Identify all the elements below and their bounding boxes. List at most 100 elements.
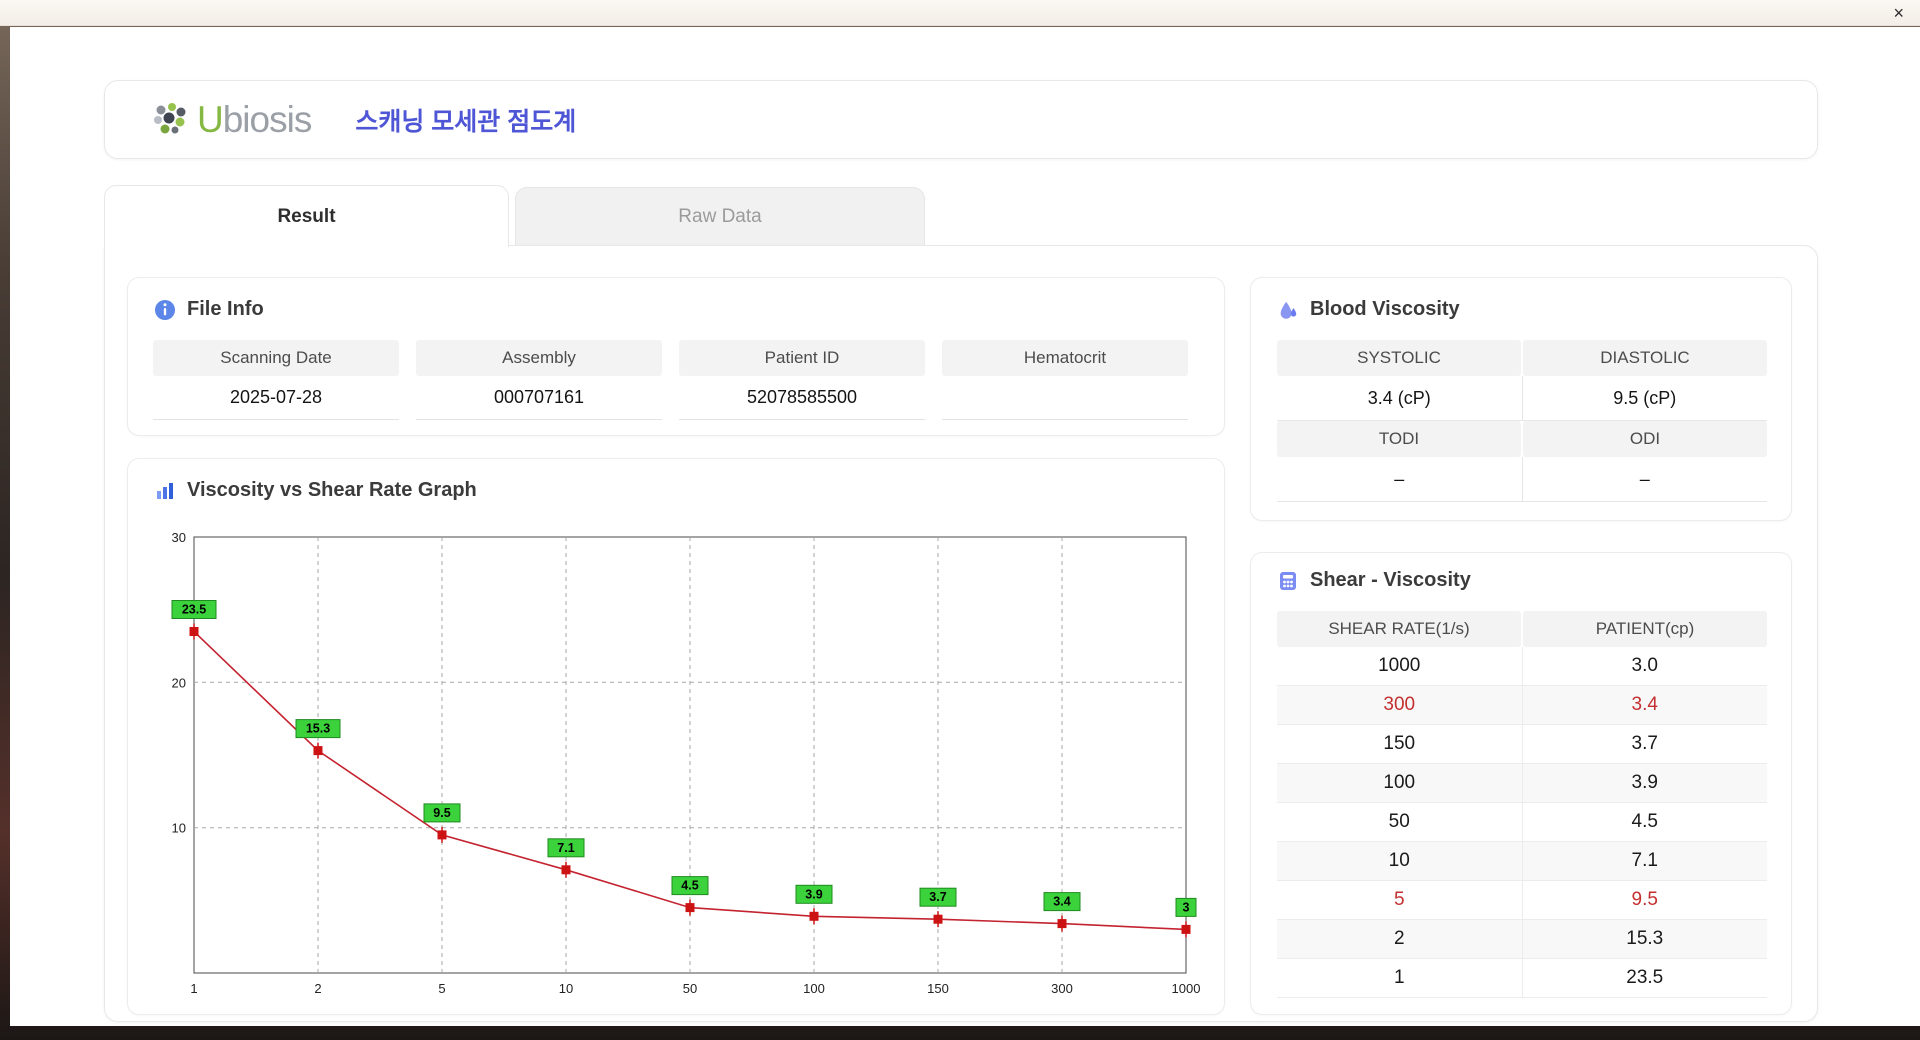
table-row: 10003.0 xyxy=(1277,647,1767,686)
svg-text:30: 30 xyxy=(172,530,186,545)
file-info-fields: Scanning Date 2025-07-28 Assembly 000707… xyxy=(153,340,1188,420)
result-panel: File Info Scanning Date 2025-07-28 Assem… xyxy=(104,245,1818,1022)
field-label: Hematocrit xyxy=(942,340,1188,376)
blood-viscosity-grid: SYSTOLIC DIASTOLIC 3.4 (cP) 9.5 (cP) TOD… xyxy=(1277,340,1767,502)
viscosity-graph-card: Viscosity vs Shear Rate Graph 10 20 30 1 2 5 1… xyxy=(127,458,1225,1015)
field-value: 2025-07-28 xyxy=(153,376,399,420)
tab-raw-data[interactable]: Raw Data xyxy=(515,187,925,245)
droplet-icon xyxy=(1277,299,1299,321)
shear-rate-value: 1 xyxy=(1277,959,1522,997)
field-scanning-date: Scanning Date 2025-07-28 xyxy=(153,340,399,420)
logo-dots-icon xyxy=(151,102,191,138)
field-value: 52078585500 xyxy=(679,376,925,420)
close-icon[interactable]: × xyxy=(1893,2,1904,24)
svg-text:150: 150 xyxy=(927,981,949,996)
table-row: 3003.4 xyxy=(1277,686,1767,725)
shear-viscosity-title-row: Shear - Viscosity xyxy=(1251,553,1791,592)
svg-text:7.1: 7.1 xyxy=(557,841,574,855)
patient-viscosity-value: 3.0 xyxy=(1522,647,1768,685)
bar-chart-icon xyxy=(154,480,176,502)
calculator-icon xyxy=(1277,570,1299,592)
svg-text:300: 300 xyxy=(1051,981,1073,996)
patient-column-header: PATIENT(cp) xyxy=(1523,611,1767,647)
svg-text:10: 10 xyxy=(559,981,573,996)
svg-text:10: 10 xyxy=(172,821,186,836)
info-icon xyxy=(154,299,176,321)
table-row: 504.5 xyxy=(1277,803,1767,842)
field-hematocrit: Hematocrit xyxy=(942,340,1188,420)
graph-title: Viscosity vs Shear Rate Graph xyxy=(187,479,477,502)
shear-rate-value: 50 xyxy=(1277,803,1522,841)
blood-viscosity-title: Blood Viscosity xyxy=(1310,298,1460,321)
bv-value-row-2: – – xyxy=(1277,457,1767,502)
tab-result-label: Result xyxy=(277,206,335,228)
file-info-title-row: File Info xyxy=(128,278,1224,321)
table-row: 123.5 xyxy=(1277,959,1767,998)
shear-viscosity-table: SHEAR RATE(1/s) PATIENT(cp) 10003.03003.… xyxy=(1277,611,1767,998)
todi-value: – xyxy=(1277,457,1522,501)
svg-text:1: 1 xyxy=(190,981,197,996)
field-value: 000707161 xyxy=(416,376,662,420)
svg-text:9.5: 9.5 xyxy=(433,806,450,820)
ubiosis-logo: Ubiosis xyxy=(151,99,311,141)
viscosity-chart: 1020301251050100150300100023.515.39.57.1… xyxy=(148,515,1206,1007)
logo-text: Ubiosis xyxy=(197,99,311,141)
tab-result[interactable]: Result xyxy=(104,185,509,247)
field-label: Assembly xyxy=(416,340,662,376)
field-value xyxy=(942,376,1188,420)
file-info-title: File Info xyxy=(187,298,264,321)
patient-viscosity-value: 23.5 xyxy=(1522,959,1768,997)
svg-text:3.4: 3.4 xyxy=(1053,895,1070,909)
shear-rate-value: 5 xyxy=(1277,881,1522,919)
shear-rate-value: 1000 xyxy=(1277,647,1522,685)
systolic-header: SYSTOLIC xyxy=(1277,340,1521,376)
bv-header-row-2: TODI ODI xyxy=(1277,421,1767,457)
table-row: 107.1 xyxy=(1277,842,1767,881)
svg-text:3.7: 3.7 xyxy=(929,890,946,904)
shear-rate-value: 150 xyxy=(1277,725,1522,763)
svg-text:2: 2 xyxy=(314,981,321,996)
table-row: 1003.9 xyxy=(1277,764,1767,803)
patient-viscosity-value: 3.7 xyxy=(1522,725,1768,763)
svg-text:5: 5 xyxy=(438,981,445,996)
svg-text:20: 20 xyxy=(172,675,186,690)
shear-rate-value: 300 xyxy=(1277,686,1522,724)
svg-text:4.5: 4.5 xyxy=(681,879,698,893)
svg-text:15.3: 15.3 xyxy=(306,722,330,736)
blood-viscosity-title-row: Blood Viscosity xyxy=(1251,278,1791,321)
graph-title-row: Viscosity vs Shear Rate Graph xyxy=(128,459,1224,502)
table-row: 215.3 xyxy=(1277,920,1767,959)
svg-text:3.9: 3.9 xyxy=(805,887,822,901)
shear-table-body: 10003.03003.41503.71003.9504.5107.159.52… xyxy=(1277,647,1767,998)
systolic-value: 3.4 (cP) xyxy=(1277,376,1522,420)
patient-viscosity-value: 9.5 xyxy=(1522,881,1768,919)
shear-rate-value: 10 xyxy=(1277,842,1522,880)
field-label: Scanning Date xyxy=(153,340,399,376)
odi-value: – xyxy=(1522,457,1768,501)
diastolic-header: DIASTOLIC xyxy=(1523,340,1767,376)
svg-text:100: 100 xyxy=(803,981,825,996)
shear-rate-value: 2 xyxy=(1277,920,1522,958)
field-patient-id: Patient ID 52078585500 xyxy=(679,340,925,420)
todi-header: TODI xyxy=(1277,421,1521,457)
bv-header-row: SYSTOLIC DIASTOLIC xyxy=(1277,340,1767,376)
tab-raw-data-label: Raw Data xyxy=(678,206,761,228)
field-label: Patient ID xyxy=(679,340,925,376)
odi-header: ODI xyxy=(1523,421,1767,457)
app-title: 스캐닝 모세관 점도계 xyxy=(355,102,576,138)
blood-viscosity-card: Blood Viscosity SYSTOLIC DIASTOLIC 3.4 (… xyxy=(1250,277,1792,521)
window-titlebar: × xyxy=(0,0,1920,26)
shear-rate-value: 100 xyxy=(1277,764,1522,802)
shear-viscosity-card: Shear - Viscosity SHEAR RATE(1/s) PATIEN… xyxy=(1250,552,1792,1015)
bv-value-row: 3.4 (cP) 9.5 (cP) xyxy=(1277,376,1767,421)
svg-text:23.5: 23.5 xyxy=(182,603,206,617)
svg-text:1000: 1000 xyxy=(1172,981,1201,996)
shear-rate-column-header: SHEAR RATE(1/s) xyxy=(1277,611,1521,647)
patient-viscosity-value: 3.9 xyxy=(1522,764,1768,802)
patient-viscosity-value: 7.1 xyxy=(1522,842,1768,880)
patient-viscosity-value: 3.4 xyxy=(1522,686,1768,724)
table-row: 1503.7 xyxy=(1277,725,1767,764)
patient-viscosity-value: 4.5 xyxy=(1522,803,1768,841)
svg-text:3: 3 xyxy=(1183,900,1190,914)
patient-viscosity-value: 15.3 xyxy=(1522,920,1768,958)
